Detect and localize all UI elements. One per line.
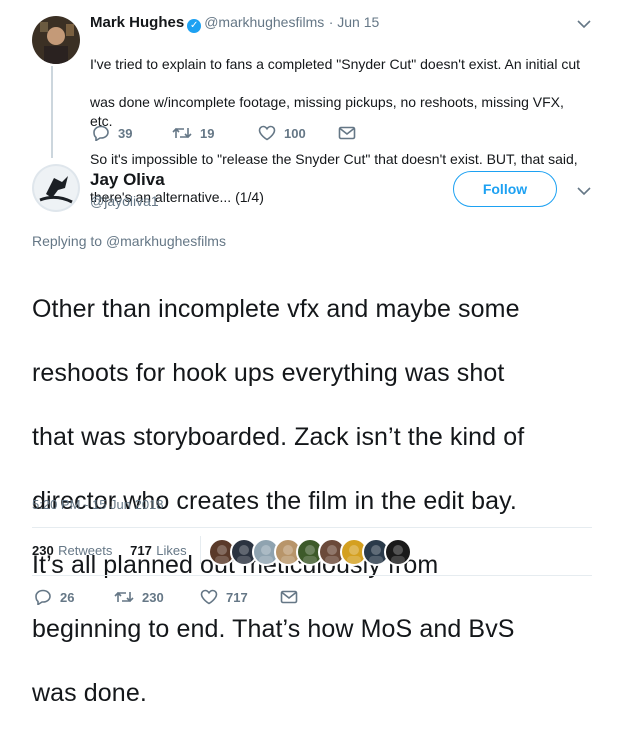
author-handle[interactable]: @jayoliva1: [90, 193, 159, 209]
parent-retweet-button[interactable]: 19: [172, 125, 258, 141]
envelope-icon: [280, 590, 298, 604]
parent-like-button[interactable]: 100: [258, 125, 338, 141]
parent-reply-count: 39: [118, 125, 133, 141]
parent-retweet-count: 19: [200, 125, 215, 141]
tweet-stats: 230 Retweets 717 Likes: [32, 542, 187, 560]
replying-handle-link[interactable]: @markhughesfilms: [106, 233, 226, 249]
parent-author-name[interactable]: Mark Hughes: [90, 14, 184, 31]
parent-date[interactable]: · Jun 15: [329, 14, 380, 30]
retweet-button[interactable]: 230: [114, 589, 200, 605]
retweet-icon: [172, 127, 192, 139]
divider: [32, 527, 592, 528]
retweet-icon: [114, 591, 134, 603]
parent-author-handle[interactable]: @markhughesfilms: [204, 14, 324, 30]
heart-icon: [200, 589, 218, 605]
parent-reply-button[interactable]: 39: [92, 125, 172, 141]
tweet-text-line: beginning to end. That’s how MoS and BvS: [32, 615, 515, 643]
follow-button[interactable]: Follow: [453, 171, 557, 207]
divider: [32, 575, 592, 576]
reply-count: 26: [60, 589, 75, 605]
tweet-chevron-down-icon[interactable]: [577, 183, 591, 201]
parent-text-line: I've tried to explain to fans a complete…: [90, 56, 580, 72]
retweets-stat-label: Retweets: [58, 543, 113, 558]
replying-prefix: Replying to: [32, 233, 103, 249]
reply-icon: [93, 125, 109, 141]
author-name[interactable]: Jay Oliva: [90, 170, 165, 190]
parent-header: Mark Hughes ✓ @markhughesfilms · Jun 15: [90, 14, 379, 33]
parent-chevron-down-icon[interactable]: [577, 16, 591, 32]
parent-message-button[interactable]: [338, 125, 364, 141]
parent-text-line: So it's impossible to "release the Snyde…: [90, 151, 578, 167]
tweet-timestamp[interactable]: 5:20 PM - 15 Jun 2018: [32, 497, 164, 512]
tweet-text-line: reshoots for hook ups everything was sho…: [32, 359, 505, 387]
like-button[interactable]: 717: [200, 589, 280, 605]
tweet-actions: 26 230 717: [34, 589, 306, 605]
liker-avatar[interactable]: [384, 538, 412, 566]
envelope-icon: [338, 126, 356, 140]
retweet-count: 230: [142, 589, 164, 605]
retweets-stat-count: 230: [32, 543, 54, 558]
reply-icon: [35, 589, 51, 605]
tweet-text-line: Other than incomplete vfx and maybe some: [32, 295, 520, 323]
verified-badge-icon: ✓: [187, 19, 202, 33]
likes-stat[interactable]: 717 Likes: [130, 542, 187, 559]
replying-to: Replying to @markhughesfilms: [32, 233, 226, 249]
stats-separator: [200, 536, 201, 564]
parent-like-count: 100: [284, 125, 306, 141]
message-button[interactable]: [280, 589, 306, 605]
likes-stat-label: Likes: [156, 543, 187, 558]
heart-icon: [258, 125, 276, 141]
retweets-stat[interactable]: 230 Retweets: [32, 542, 112, 559]
parent-actions: 39 19 100: [92, 125, 364, 141]
like-count: 717: [226, 589, 248, 605]
tweet-text-line: was done.: [32, 679, 147, 707]
reply-button[interactable]: 26: [34, 589, 114, 605]
parent-avatar[interactable]: [32, 16, 80, 64]
likes-stat-count: 717: [130, 543, 152, 558]
tweet-text-line: that was storyboarded. Zack isn’t the ki…: [32, 423, 525, 451]
thread-line: [51, 66, 53, 158]
author-avatar[interactable]: [32, 164, 80, 212]
liker-avatars: [208, 538, 412, 566]
